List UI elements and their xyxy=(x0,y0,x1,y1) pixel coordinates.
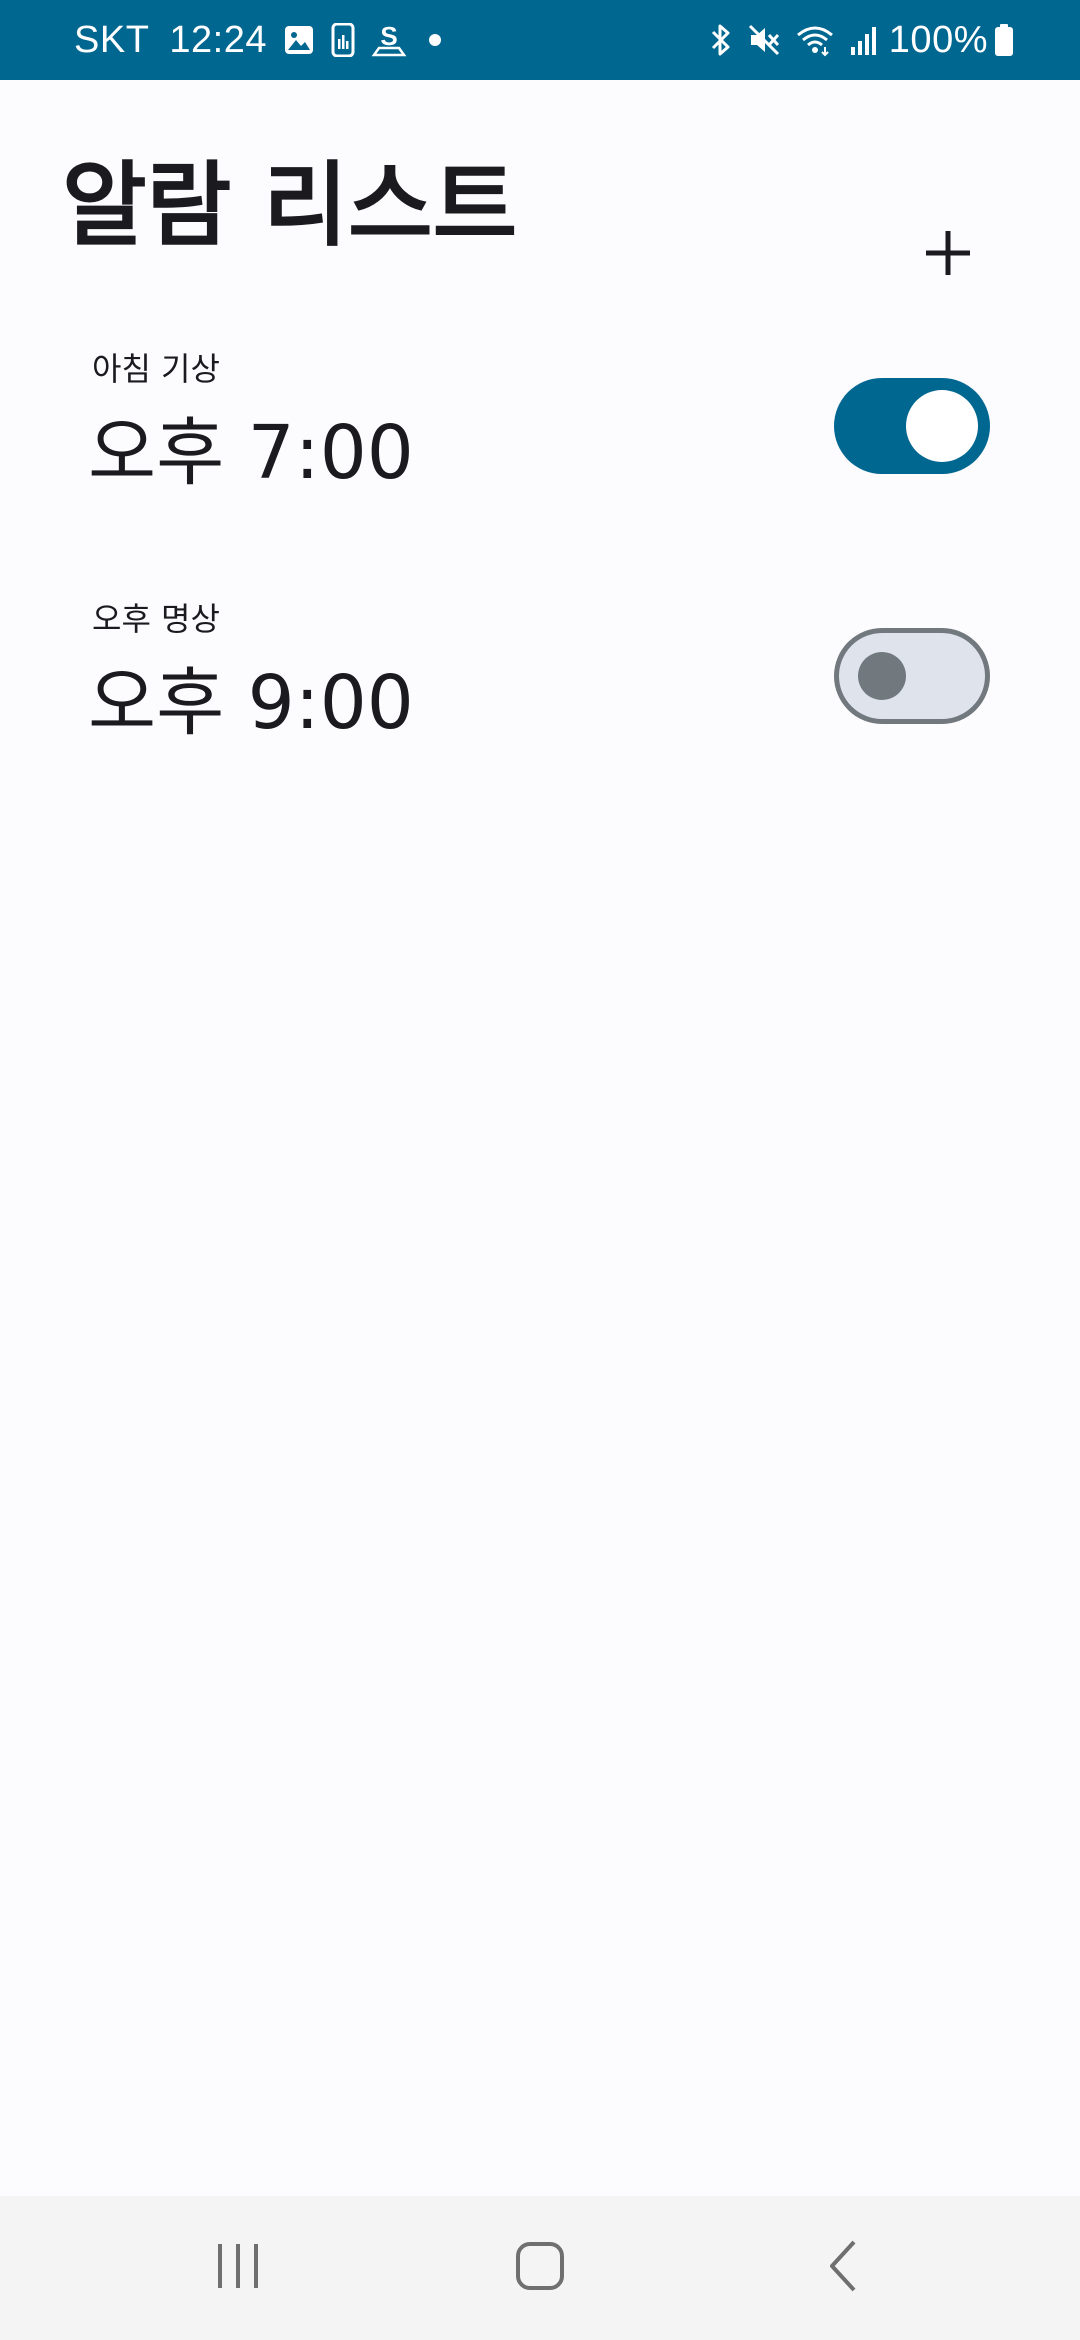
back-icon xyxy=(824,2238,864,2298)
alarm-toggle[interactable] xyxy=(834,628,990,724)
carrier-label: SKT xyxy=(74,18,150,61)
plus-icon xyxy=(924,229,972,281)
signal-icon xyxy=(849,23,879,57)
home-button[interactable] xyxy=(480,2218,600,2318)
app-header: 알람 리스트 xyxy=(0,80,1080,275)
image-icon xyxy=(283,24,315,56)
status-bar-right: 100% xyxy=(695,19,1014,62)
phone-stats-icon xyxy=(331,23,355,57)
bluetooth-icon xyxy=(709,23,733,57)
recent-apps-icon xyxy=(214,2240,262,2296)
home-icon xyxy=(514,2240,566,2296)
alarm-label: 아침 기상 xyxy=(92,350,220,388)
alarm-label: 오후 명상 xyxy=(92,600,220,638)
alarm-time: 오후 7:00 xyxy=(88,410,414,496)
status-bar-left: SKT 12:24 S xyxy=(74,19,441,62)
battery-icon xyxy=(994,23,1014,57)
status-bar: SKT 12:24 S 100% xyxy=(0,0,1080,80)
clock-label: 12:24 xyxy=(169,18,267,61)
toggle-knob xyxy=(906,390,978,462)
back-button[interactable] xyxy=(784,2218,904,2318)
wifi-icon xyxy=(795,23,835,57)
toggle-knob xyxy=(858,652,906,700)
s-app-icon: S xyxy=(371,23,407,57)
alarm-item[interactable]: 오후 명상 오후 9:00 xyxy=(0,580,1080,830)
alarm-list-screen: SKT 12:24 S 100% 알람 리스트 아침 기상 오후 7:00 오후… xyxy=(0,0,1080,2340)
dot-icon xyxy=(429,34,441,46)
battery-percent: 100% xyxy=(888,18,988,61)
navigation-bar xyxy=(0,2196,1080,2340)
recent-apps-button[interactable] xyxy=(178,2218,298,2318)
add-alarm-button[interactable] xyxy=(906,213,990,297)
alarm-toggle[interactable] xyxy=(834,378,990,474)
alarm-time: 오후 9:00 xyxy=(88,660,414,746)
mute-icon xyxy=(747,23,781,57)
alarm-list: 아침 기상 오후 7:00 오후 명상 오후 9:00 xyxy=(0,330,1080,830)
alarm-item[interactable]: 아침 기상 오후 7:00 xyxy=(0,330,1080,580)
page-title: 알람 리스트 xyxy=(62,152,518,259)
